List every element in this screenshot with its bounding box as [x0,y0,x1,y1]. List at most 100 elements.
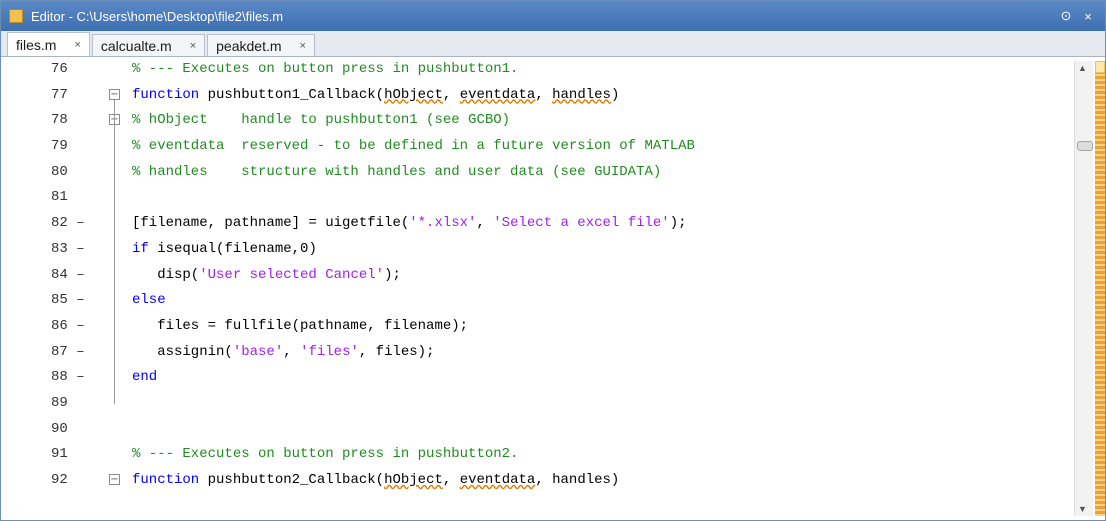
code-analyzer-marker-bar[interactable] [1095,61,1105,516]
code-line[interactable]: 90 [1,417,1075,443]
vertical-scrollbar[interactable]: ▲ ▼ [1074,61,1093,516]
code-line[interactable]: 88 – end [1,365,1075,391]
line-number: 88 – [51,369,85,386]
title-bar: Editor - C:\Users\home\Desktop\file2\fil… [1,1,1105,31]
code-token: isequal(filename,0) [148,240,317,257]
code-token: , [476,215,494,232]
code-line[interactable]: 81 [1,185,1075,211]
line-number: 85 – [51,292,85,309]
scroll-down-icon[interactable]: ▼ [1078,504,1087,514]
line-number: 77 [51,86,68,103]
code-token: , handles) [535,472,620,488]
code-text[interactable]: % --- Executes on button press in pushbu… [132,442,518,468]
code-line[interactable]: 85 – else [1,288,1075,314]
code-token: , [535,86,553,103]
code-token: disp( [132,266,200,283]
code-token: files = fullfile(pathname, filename); [132,317,469,334]
code-text[interactable]: if isequal(filename,0) [132,237,317,263]
code-token: function [132,86,200,103]
scroll-up-icon[interactable]: ▲ [1078,63,1087,73]
code-token: pushbutton2_Callback( [199,472,385,488]
code-line[interactable]: 77 function pushbutton1_Callback(hObject,… [1,83,1075,109]
code-token: [filename, pathname] = uigetfile( [132,215,410,232]
window-title: Editor - C:\Users\home\Desktop\file2\fil… [31,8,284,24]
code-line[interactable]: 76 % --- Executes on button press in push… [1,57,1075,83]
code-token: 'Select a excel file' [493,215,670,232]
fold-guide [114,99,115,405]
code-token: else [132,292,166,309]
code-text[interactable]: disp('User selected Cancel'); [132,263,401,289]
code-editor[interactable]: 76 % --- Executes on button press in push… [1,57,1075,520]
code-token: % handles structure with handles and use… [132,163,662,180]
editor-app-icon [9,9,23,23]
code-line[interactable]: 86 – files = fullfile(pathname, filename… [1,314,1075,340]
line-number: 89 [51,394,68,411]
fold-toggle-icon[interactable]: − [109,88,120,100]
code-line[interactable]: 84 – disp('User selected Cancel'); [1,263,1075,289]
code-token: handles [552,86,611,103]
code-line[interactable]: 80 % handles structure with handles and u… [1,160,1075,186]
line-number: 86 – [51,317,85,334]
close-window-icon[interactable]: × [1079,7,1097,25]
code-line[interactable]: 78 % hObject handle to pushbutton1 (see G… [1,108,1075,134]
fold-toggle-icon[interactable]: − [109,474,120,485]
code-line[interactable]: 91 % --- Executes on button press in push… [1,442,1075,468]
code-token: ); [384,266,401,283]
code-token: pushbutton1_Callback( [199,86,385,103]
code-token: ) [610,86,620,103]
tab-label: calcualte.m [100,37,172,54]
line-number: 78 [51,112,68,129]
tab-files-m[interactable]: files.m × [7,32,90,56]
code-token: , [442,472,460,488]
code-token: , [283,343,301,360]
tab-calcualte-m[interactable]: calcualte.m × [91,34,206,56]
code-line[interactable]: 82 – [filename, pathname] = uigetfile('*.… [1,211,1075,237]
code-line[interactable]: 87 – assignin('base', 'files', files); [1,340,1075,366]
code-token: '*.xlsx' [409,215,477,232]
code-line[interactable]: 92 function pushbutton2_Callback(hObject,… [1,468,1075,494]
code-text[interactable]: [filename, pathname] = uigetfile('*.xlsx… [132,211,687,237]
code-line[interactable]: 89 [1,391,1075,417]
tab-close-icon[interactable]: × [74,39,80,51]
line-number: 87 – [51,343,85,360]
tab-peakdet-m[interactable]: peakdet.m × [207,34,315,56]
code-text[interactable]: else [132,288,166,314]
line-number: 80 [51,163,68,180]
code-token: % --- Executes on button press in pushbu… [132,61,519,77]
line-number: 92 [51,472,68,488]
line-number: 84 – [51,266,85,283]
code-token: hObject [384,86,443,103]
tab-label: files.m [16,36,57,53]
file-tab-bar: files.m × calcualte.m × peakdet.m × [1,31,1105,57]
code-token: function [132,472,200,488]
code-token: 'base' [232,343,284,360]
tab-close-icon[interactable]: × [300,40,306,52]
code-text[interactable]: % --- Executes on button press in pushbu… [132,57,518,83]
code-text[interactable]: end [132,365,157,391]
code-token: end [132,369,158,386]
tab-close-icon[interactable]: × [190,40,196,52]
code-token: % hObject handle to pushbutton1 (see GCB… [132,112,511,129]
code-line[interactable]: 83 – if isequal(filename,0) [1,237,1075,263]
line-number: 83 – [51,240,85,257]
code-token: assignin( [132,343,233,360]
line-number: 81 [51,189,68,206]
code-analyzer-status-indicator[interactable] [1095,61,1105,73]
code-text[interactable]: files = fullfile(pathname, filename); [132,314,468,340]
window-menu-icon[interactable]: ⊙ [1057,7,1075,25]
code-text[interactable]: assignin('base', 'files', files); [132,340,434,366]
code-token: 'files' [300,343,359,360]
code-text[interactable]: function pushbutton1_Callback(hObject, e… [132,83,619,109]
code-text[interactable]: function pushbutton2_Callback(hObject, e… [132,468,619,494]
code-line[interactable]: 79 % eventdata reserved - to be defined i… [1,134,1075,160]
code-text[interactable]: % eventdata reserved - to be defined in … [132,134,695,160]
scrollbar-thumb[interactable] [1077,141,1093,151]
line-number: 76 [51,61,68,77]
line-number: 79 [51,138,68,155]
code-token: % --- Executes on button press in pushbu… [132,446,519,463]
code-text[interactable]: % handles structure with handles and use… [132,160,661,186]
tab-label: peakdet.m [216,37,282,54]
code-token: , [442,86,460,103]
code-text[interactable]: % hObject handle to pushbutton1 (see GCB… [132,108,510,134]
code-token: ); [669,215,687,232]
